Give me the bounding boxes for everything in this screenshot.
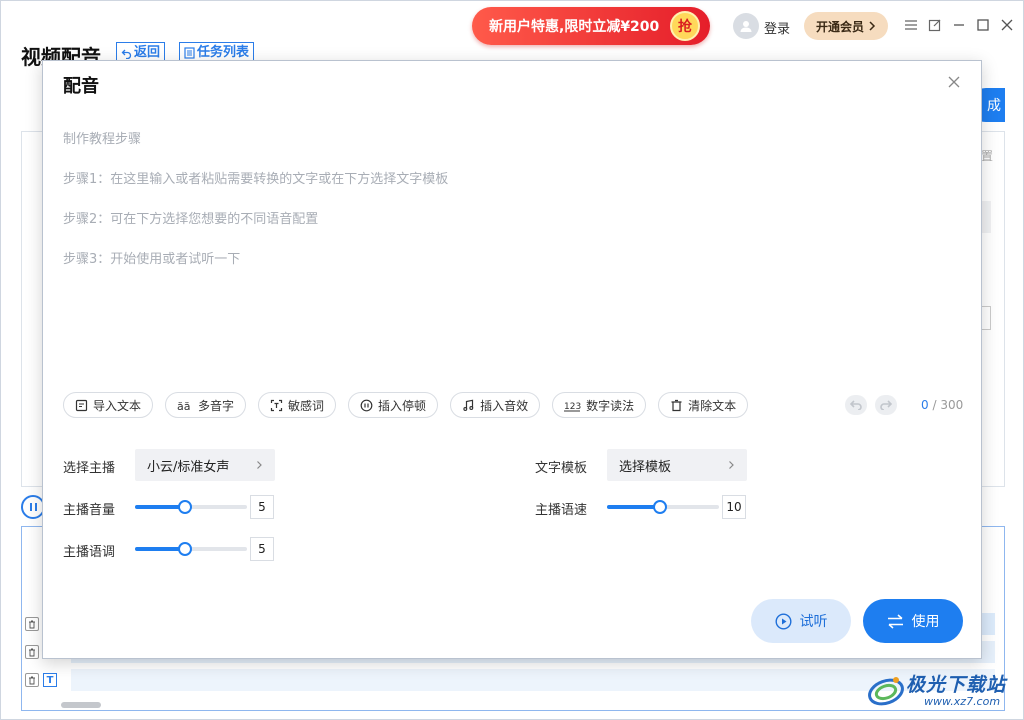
number-icon: 123 — [564, 402, 581, 412]
slider-handle[interactable] — [178, 542, 192, 556]
svg-text:ăă: ăă — [177, 400, 190, 412]
template-value: 选择模板 — [619, 459, 672, 475]
use-button[interactable]: 使用 — [863, 599, 963, 643]
close-window-icon[interactable] — [999, 17, 1015, 33]
char-count-max: / 300 — [932, 398, 964, 412]
close-icon[interactable] — [945, 73, 963, 91]
minimize-icon[interactable] — [951, 17, 967, 33]
music-note-icon — [463, 399, 474, 411]
volume-value[interactable]: 5 — [250, 495, 274, 519]
trash-icon[interactable] — [25, 617, 39, 631]
dubbing-dialog: 配音 制作教程步骤 步骤1：在这里输入或者粘贴需要转换的文字或在下方选择文字模板… — [42, 60, 982, 659]
use-label: 使用 — [911, 614, 940, 630]
slider-handle[interactable] — [178, 500, 192, 514]
pitch-value[interactable]: 5 — [250, 537, 274, 561]
clear-text-label: 清除文本 — [688, 398, 737, 413]
chevron-right-icon — [729, 461, 734, 469]
menu-icon[interactable] — [903, 17, 919, 33]
pitch-label: 主播语调 — [63, 545, 116, 560]
side-field — [981, 201, 991, 233]
import-text-label: 导入文本 — [93, 398, 142, 413]
horizontal-scrollbar[interactable] — [61, 702, 101, 708]
guide-step-1: 步骤1：在这里输入或者粘贴需要转换的文字或在下方选择文字模板 — [63, 172, 449, 187]
feedback-icon[interactable] — [927, 17, 943, 33]
pause-icon — [360, 399, 373, 411]
anchor-label: 选择主播 — [63, 461, 116, 476]
pitch-slider[interactable] — [135, 542, 247, 556]
trash-icon[interactable] — [25, 673, 39, 687]
sensitive-word-button[interactable]: 敏感词 — [258, 392, 337, 418]
avatar[interactable] — [733, 13, 759, 39]
text-toolbar: 导入文本 ăă 多音字 敏感词 插入停顿 插入音效 123 数字读法 清除文本 — [63, 392, 749, 418]
insert-sfx-button[interactable]: 插入音效 — [450, 392, 541, 418]
chevron-right-icon — [869, 21, 876, 31]
list-icon — [184, 47, 195, 59]
slider-handle[interactable] — [653, 500, 667, 514]
anchor-value: 小云/标准女声 — [147, 459, 230, 475]
timeline-track[interactable] — [71, 669, 995, 691]
text-track-icon[interactable]: T — [43, 673, 57, 687]
guide-step-2: 步骤2：可在下方选择您想要的不同语音配置 — [63, 212, 319, 227]
import-icon — [75, 399, 88, 411]
sensitive-word-label: 敏感词 — [288, 398, 325, 413]
trash-icon[interactable] — [25, 645, 39, 659]
swap-icon — [887, 613, 903, 629]
watermark-url: www.xz7.com — [924, 695, 1001, 708]
return-icon — [121, 49, 132, 59]
template-label: 文字模板 — [535, 461, 588, 476]
vip-label: 开通会员 — [815, 19, 864, 34]
insert-sfx-label: 插入音效 — [480, 398, 529, 413]
watermark: 极光下载站 www.xz7.com — [866, 668, 1016, 714]
guide-heading: 制作教程步骤 — [63, 132, 142, 147]
vip-button[interactable]: 开通会员 — [804, 12, 888, 40]
promo-badge[interactable]: 抢 — [670, 11, 700, 41]
number-reading-button[interactable]: 123 数字读法 — [552, 392, 647, 418]
settings-fragment: 置 — [981, 149, 994, 163]
char-counter: 0 / 300 — [921, 398, 963, 412]
chevron-right-icon — [257, 461, 262, 469]
guide-step-3: 步骤3：开始使用或者试听一下 — [63, 252, 241, 267]
speed-value[interactable]: 10 — [722, 495, 746, 519]
login-link[interactable]: 登录 — [764, 18, 790, 37]
volume-slider[interactable] — [135, 500, 247, 514]
polyphone-label: 多音字 — [198, 398, 235, 413]
speed-label: 主播语速 — [535, 503, 588, 518]
polyphone-icon: ăă — [177, 400, 190, 412]
undo-icon[interactable] — [845, 395, 867, 415]
user-icon — [740, 21, 752, 32]
template-select[interactable]: 选择模板 — [607, 449, 747, 481]
preview-button[interactable]: 试听 — [751, 599, 851, 643]
import-text-button[interactable]: 导入文本 — [63, 392, 154, 418]
watermark-name: 极光下载站 — [906, 674, 1007, 696]
generate-label-fragment: 成 — [987, 98, 1001, 114]
volume-label: 主播音量 — [63, 503, 116, 518]
number-reading-label: 数字读法 — [586, 398, 635, 413]
anchor-select[interactable]: 小云/标准女声 — [135, 449, 275, 481]
clear-text-button[interactable]: 清除文本 — [658, 392, 749, 418]
dialog-title: 配音 — [63, 76, 99, 97]
preview-label: 试听 — [799, 614, 828, 630]
insert-pause-label: 插入停顿 — [378, 398, 427, 413]
polyphone-button[interactable]: ăă 多音字 — [165, 392, 247, 418]
insert-pause-button[interactable]: 插入停顿 — [348, 392, 439, 418]
maximize-icon[interactable] — [975, 17, 991, 33]
promo-banner[interactable]: 新用户特惠,限时立减¥200 抢 — [472, 7, 710, 45]
watermark-logo-icon — [868, 677, 904, 706]
play-icon — [774, 612, 792, 630]
sensitive-word-icon — [270, 399, 283, 411]
trash-icon — [671, 399, 682, 411]
promo-text: 新用户特惠,限时立减¥200 — [489, 19, 660, 35]
redo-icon[interactable] — [875, 395, 897, 415]
speed-slider[interactable] — [607, 500, 719, 514]
side-input — [981, 306, 991, 330]
undo-redo-group — [845, 395, 897, 415]
char-count-current: 0 — [921, 398, 929, 412]
